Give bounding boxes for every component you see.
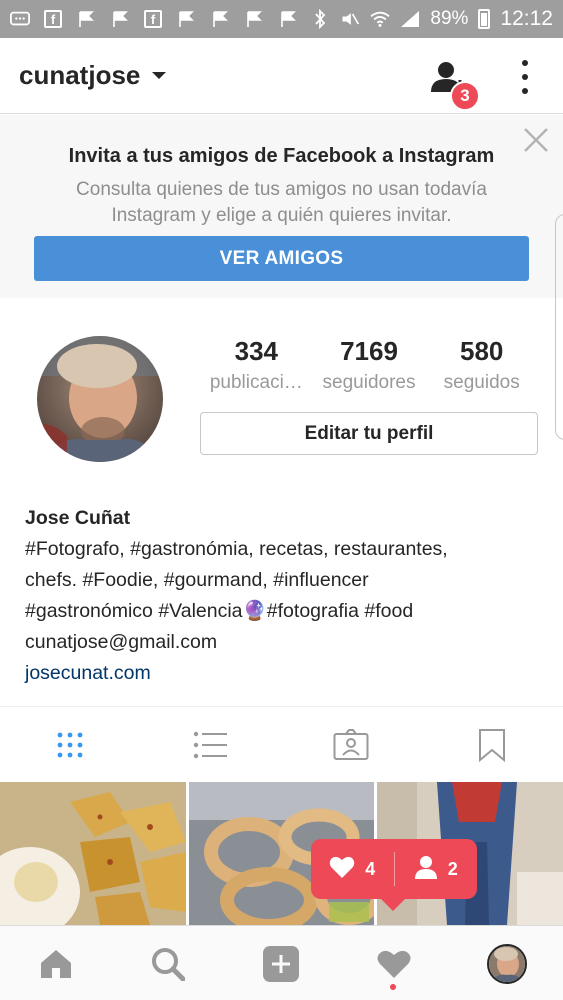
account-username[interactable]: cunatjose (19, 60, 140, 91)
profile-top-bar: cunatjose 3 (0, 38, 563, 114)
followers-count: 7169 (340, 336, 398, 366)
mute-icon (340, 10, 360, 28)
photo-thumbnail[interactable] (0, 782, 186, 925)
saved-bookmark-icon[interactable] (474, 727, 510, 763)
bio-line: chefs. #Foodie, #gourmand, #influencer (25, 569, 369, 591)
followers-label: seguidores (322, 372, 416, 393)
heart-icon (329, 855, 355, 884)
activity-heart-icon[interactable] (374, 944, 414, 984)
bluetooth-icon (310, 9, 330, 29)
edit-profile-button[interactable]: Editar tu perfil (200, 412, 538, 455)
bio-email: cunatjose@gmail.com (25, 631, 218, 653)
search-icon[interactable] (148, 944, 188, 984)
posts-stat[interactable]: 334 publicaci… (200, 334, 313, 398)
posts-label: publicaci… (209, 372, 303, 393)
more-options-icon[interactable] (515, 60, 535, 94)
status-bar: f f 89% 12:12 (0, 0, 563, 38)
follows-activity: 2 (395, 855, 478, 884)
profile-avatar[interactable] (37, 336, 163, 462)
facebook-icon: f (144, 10, 162, 28)
see-friends-button[interactable]: VER AMIGOS (34, 236, 529, 281)
invite-description: Consulta quienes de tus amigos no usan t… (76, 179, 487, 226)
flag-icon (176, 10, 196, 28)
bottom-navigation (0, 925, 563, 1000)
profile-stats: 334 publicaci… 7169 seguidores 580 segui… (200, 334, 538, 398)
flag-icon (210, 10, 230, 28)
photo-grid (0, 782, 563, 925)
likes-activity: 4 (311, 855, 394, 884)
flag-icon (110, 10, 130, 28)
facebook-icon: f (44, 10, 62, 28)
activity-popup[interactable]: 4 2 (311, 839, 478, 911)
activity-dot (390, 984, 396, 990)
battery-percent: 89% (430, 8, 469, 29)
invite-title: Invita a tus amigos de Facebook a Instag… (68, 145, 495, 167)
profile-bio: Jose Cuñat #Fotografo, #gastronómia, rec… (25, 503, 545, 689)
flag-icon (244, 10, 264, 28)
bio-line: #gastronómico #Valencia🔮#fotografia #foo… (25, 600, 414, 622)
notification-badge: 3 (450, 81, 480, 111)
profile-full-name: Jose Cuñat (25, 507, 131, 529)
list-view-icon[interactable] (192, 727, 228, 763)
following-label: seguidos (443, 372, 520, 393)
clock: 12:12 (500, 7, 553, 30)
bio-line: #Fotografo, #gastronómia, recetas, resta… (25, 538, 448, 560)
flag-icon (278, 10, 298, 28)
user-icon (414, 855, 438, 884)
followers-stat[interactable]: 7169 seguidores (313, 334, 426, 398)
profile-website-link[interactable]: josecunat.com (25, 658, 545, 689)
wifi-icon (370, 10, 391, 28)
profile-view-tabs (0, 706, 563, 782)
posts-count: 334 (234, 336, 279, 366)
add-post-icon[interactable] (261, 944, 301, 984)
battery-icon (478, 9, 491, 29)
likes-count: 4 (365, 858, 376, 879)
tagged-photos-icon[interactable] (333, 727, 369, 763)
signal-icon (400, 10, 420, 28)
grid-view-icon[interactable] (52, 727, 88, 763)
chevron-down-icon[interactable] (152, 72, 167, 79)
edge-panel-handle[interactable] (555, 214, 563, 440)
following-count: 580 (459, 336, 504, 366)
chat-icon (10, 10, 30, 28)
flag-icon (76, 10, 96, 28)
facebook-invite-banner: Invita a tus amigos de Facebook a Instag… (0, 115, 563, 298)
profile-tab-avatar[interactable] (487, 944, 527, 984)
follows-count: 2 (447, 858, 458, 879)
home-icon[interactable] (36, 944, 76, 984)
following-stat[interactable]: 580 seguidos (425, 334, 538, 398)
